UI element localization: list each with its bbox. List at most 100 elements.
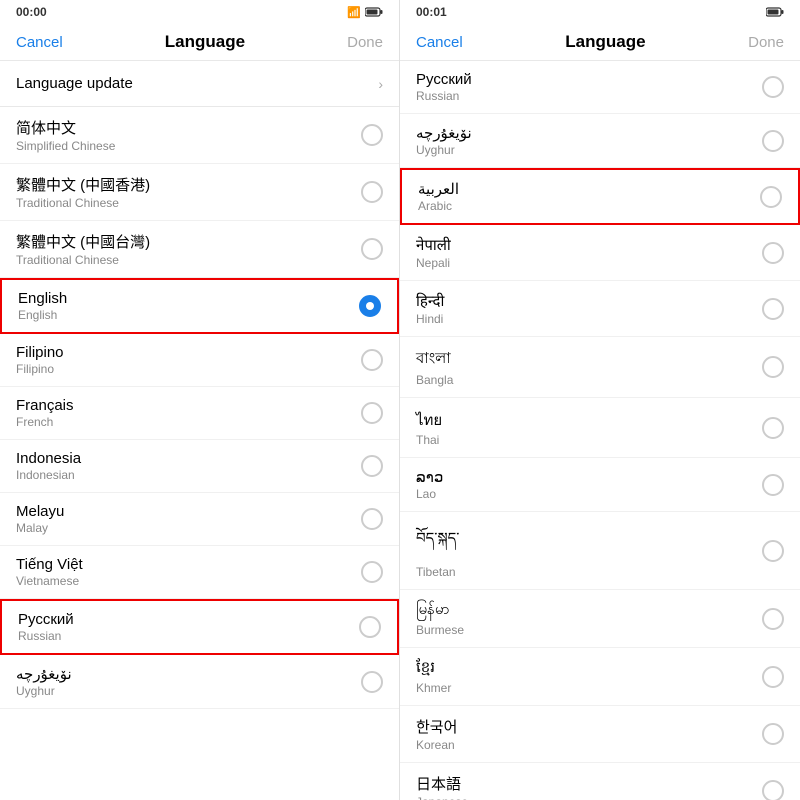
right-status-bar: 00:01 <box>400 0 800 24</box>
list-item[interactable]: ខ្មែរKhmer <box>400 648 800 706</box>
language-subtext: Russian <box>18 629 74 643</box>
language-name: Français <box>16 397 74 414</box>
language-name: 한국어 <box>416 716 457 737</box>
radio-button[interactable] <box>361 349 383 371</box>
language-name: বাংলা <box>416 347 453 372</box>
language-subtext: Arabic <box>418 199 459 213</box>
list-item[interactable]: বাংলাBangla <box>400 337 800 398</box>
radio-button[interactable] <box>762 608 784 630</box>
left-nav-bar: Cancel Language Done <box>0 24 399 61</box>
battery-icon <box>365 7 383 17</box>
language-subtext: Hindi <box>416 312 444 326</box>
radio-button[interactable] <box>760 186 782 208</box>
radio-button[interactable] <box>762 723 784 745</box>
radio-button[interactable] <box>359 616 381 638</box>
radio-button[interactable] <box>762 76 784 98</box>
list-item[interactable]: نۆيغۇرچەUyghur <box>400 114 800 168</box>
right-panel: 00:01 Cancel Language Done РусскийRussia… <box>400 0 800 800</box>
list-item[interactable]: ไทยThai <box>400 398 800 458</box>
language-subtext: Japanese <box>416 795 468 800</box>
list-item[interactable]: نۆيغۇرچەUyghur <box>0 655 399 709</box>
list-item[interactable]: မြန်မာBurmese <box>400 590 800 648</box>
list-item[interactable]: FrançaisFrench <box>0 387 399 440</box>
language-name: Indonesia <box>16 450 81 467</box>
radio-button[interactable] <box>361 238 383 260</box>
language-subtext: Lao <box>416 487 443 501</box>
language-name: نۆيغۇرچە <box>416 124 472 142</box>
battery-icon-right <box>766 7 784 17</box>
language-update-row[interactable]: Language update › <box>0 61 399 107</box>
list-item[interactable]: नेपालीNepali <box>400 225 800 281</box>
list-item[interactable]: العربيةArabic <box>400 168 800 225</box>
language-subtext: Uyghur <box>416 143 472 157</box>
list-item[interactable]: MelayuMalay <box>0 493 399 546</box>
list-item[interactable]: Tiếng ViệtVietnamese <box>0 546 399 599</box>
radio-button[interactable] <box>361 402 383 424</box>
left-cancel-button[interactable]: Cancel <box>16 34 63 51</box>
right-nav-bar: Cancel Language Done <box>400 24 800 61</box>
language-name: Русский <box>416 71 472 88</box>
language-subtext: Malay <box>16 521 64 535</box>
list-item[interactable]: 日本語Japanese <box>400 763 800 800</box>
language-subtext: Uyghur <box>16 684 72 698</box>
list-item[interactable]: FilipinoFilipino <box>0 334 399 387</box>
language-subtext: Bangla <box>416 373 453 387</box>
list-item[interactable]: 繁體中文 (中國香港)Traditional Chinese <box>0 164 399 221</box>
radio-button[interactable] <box>762 356 784 378</box>
left-status-icons: 📶 <box>347 6 383 19</box>
left-done-button[interactable]: Done <box>347 34 383 51</box>
language-subtext: Thai <box>416 433 442 447</box>
radio-button[interactable] <box>762 417 784 439</box>
language-name: ไทย <box>416 408 442 432</box>
right-done-button[interactable]: Done <box>748 34 784 51</box>
language-name: 繁體中文 (中國台灣) <box>16 231 150 252</box>
list-item[interactable]: РусскийRussian <box>0 599 399 655</box>
language-subtext: Simplified Chinese <box>16 139 115 153</box>
radio-button[interactable] <box>762 540 784 562</box>
right-cancel-button[interactable]: Cancel <box>416 34 463 51</box>
radio-button[interactable] <box>361 124 383 146</box>
language-subtext: Tibetan <box>416 565 459 579</box>
chevron-icon: › <box>378 76 383 92</box>
language-name: العربية <box>418 180 459 198</box>
radio-button[interactable] <box>361 455 383 477</box>
language-name: हिन्दी <box>416 291 444 311</box>
language-name: བོད་སྐད་ <box>416 522 459 564</box>
list-item[interactable]: 繁體中文 (中國台灣)Traditional Chinese <box>0 221 399 278</box>
list-item[interactable]: ລາວLao <box>400 458 800 512</box>
language-name: English <box>18 290 67 307</box>
language-name: नेपाली <box>416 235 451 255</box>
language-subtext: Traditional Chinese <box>16 253 150 267</box>
list-item[interactable]: РусскийRussian <box>400 61 800 114</box>
radio-button[interactable] <box>361 508 383 530</box>
list-item[interactable]: IndonesiaIndonesian <box>0 440 399 493</box>
language-update-label: Language update <box>16 75 133 92</box>
radio-button[interactable] <box>762 666 784 688</box>
list-item[interactable]: EnglishEnglish <box>0 278 399 334</box>
language-name: Melayu <box>16 503 64 520</box>
radio-button[interactable] <box>762 474 784 496</box>
language-name: نۆيغۇرچە <box>16 665 72 683</box>
language-subtext: Russian <box>416 89 472 103</box>
radio-button[interactable] <box>762 242 784 264</box>
radio-button[interactable] <box>762 298 784 320</box>
language-name: Filipino <box>16 344 64 361</box>
language-subtext: English <box>18 308 67 322</box>
radio-button[interactable] <box>361 181 383 203</box>
language-name: ລາວ <box>416 468 443 486</box>
language-name: Tiếng Việt <box>16 556 83 573</box>
radio-button[interactable] <box>762 130 784 152</box>
language-name: Русский <box>18 611 74 628</box>
right-status-icons <box>766 7 784 17</box>
radio-button[interactable] <box>762 780 784 800</box>
radio-button[interactable] <box>361 671 383 693</box>
radio-button[interactable] <box>361 561 383 583</box>
wifi-icon: 📶 <box>347 6 361 19</box>
list-item[interactable]: བོད་སྐད་Tibetan <box>400 512 800 590</box>
list-item[interactable]: हिन्दीHindi <box>400 281 800 337</box>
list-item[interactable]: 简体中文Simplified Chinese <box>0 107 399 164</box>
language-name: 繁體中文 (中國香港) <box>16 174 150 195</box>
left-time: 00:00 <box>16 5 47 19</box>
radio-button[interactable] <box>359 295 381 317</box>
list-item[interactable]: 한국어Korean <box>400 706 800 763</box>
